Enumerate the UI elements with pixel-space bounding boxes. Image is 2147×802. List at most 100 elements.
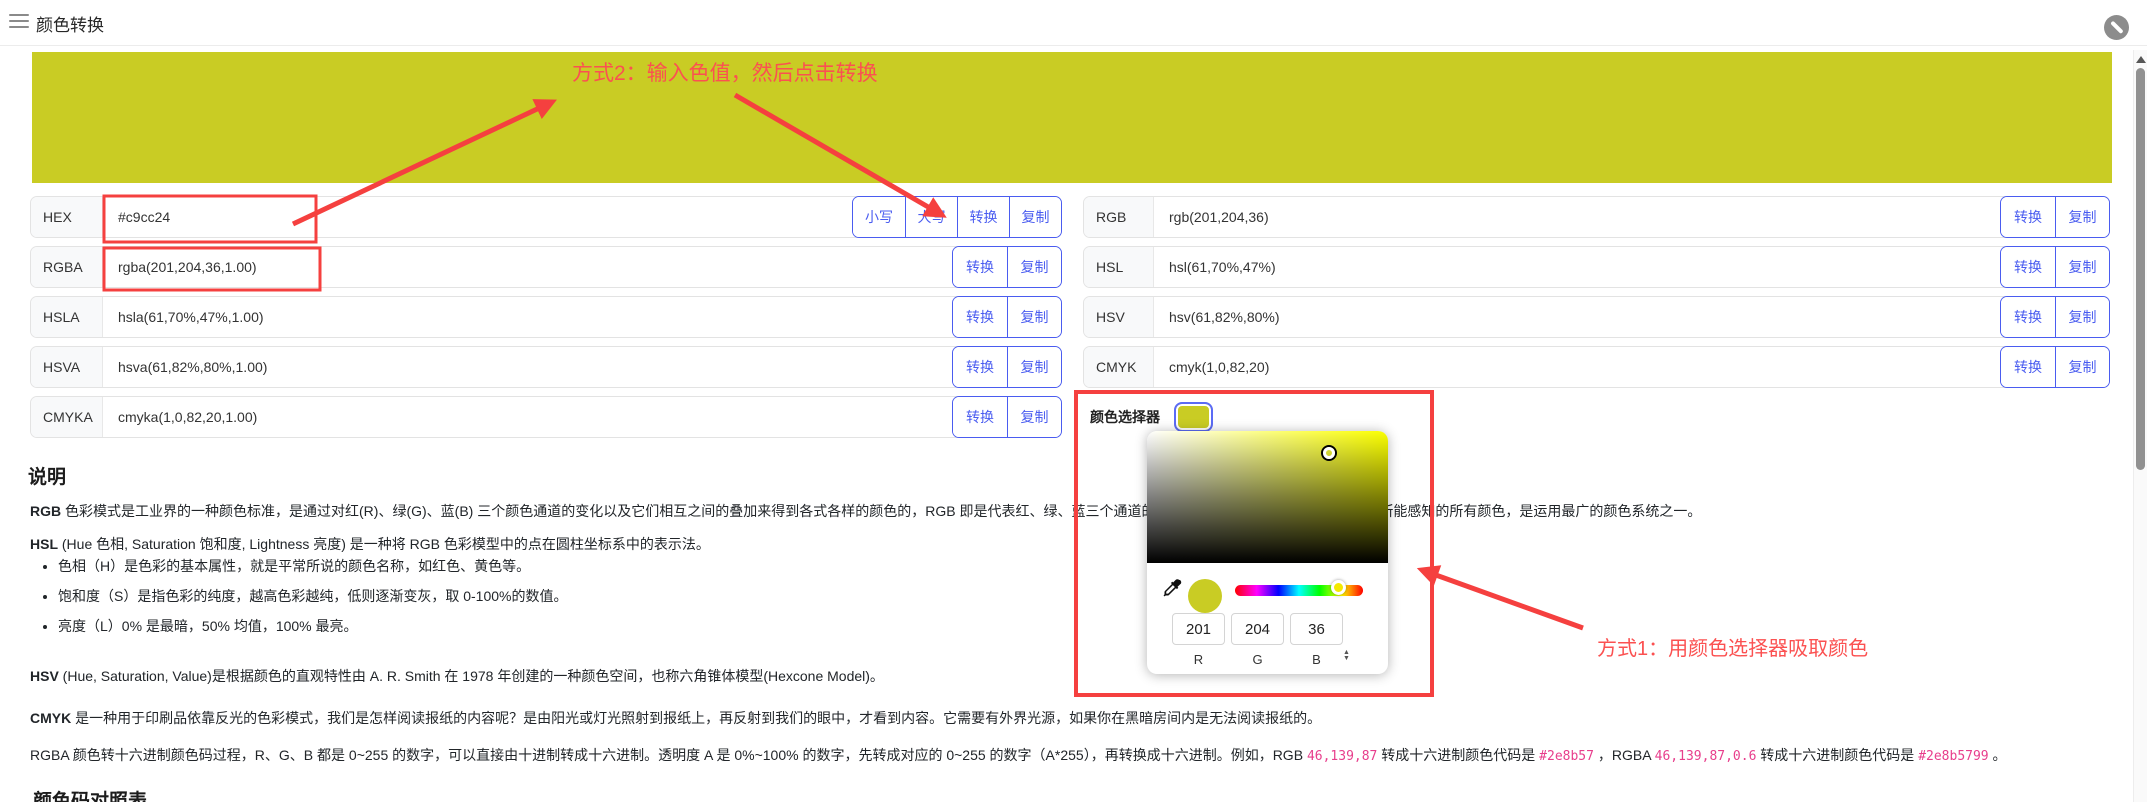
copy-button[interactable]: 复制	[2055, 247, 2109, 287]
copy-button[interactable]: 复制	[1007, 297, 1061, 337]
convert-button[interactable]: 转换	[957, 197, 1009, 237]
rgba-row: RGBA rgba(201,204,36,1.00) 转换 复制	[30, 246, 1062, 288]
saturation-bullet: 饱和度（S）是指色彩的纯度，越高色彩越纯，低则逐渐变灰，取 0-100%的数值。	[58, 588, 567, 605]
convert-button[interactable]: 转换	[953, 347, 1007, 387]
convert-button[interactable]: 转换	[2001, 197, 2055, 237]
color-converter-page: 颜色转换 HEX #c9cc24 小写 大写 转换 复制 RGBA rgba(2…	[0, 0, 2147, 802]
hsva-label: HSVA	[31, 347, 103, 387]
rgb-code-sample: 46,139,87	[1307, 749, 1377, 764]
convert-button[interactable]: 转换	[953, 247, 1007, 287]
page-title: 颜色转换	[36, 11, 104, 36]
rgba-paragraph-text: 转成十六进制颜色代码是	[1377, 747, 1539, 763]
rgb-row: RGB rgb(201,204,36) 转换 复制	[1083, 196, 2110, 238]
convert-button[interactable]: 转换	[953, 397, 1007, 437]
hex-value-input[interactable]: #c9cc24	[103, 197, 852, 237]
hex-button-group: 小写 大写 转换 复制	[852, 196, 1062, 238]
cmyk-row: CMYK cmyk(1,0,82,20) 转换 复制	[1083, 346, 2110, 388]
color-picker-label: 颜色选择器	[1090, 407, 1160, 427]
rgba-code-sample: 46,139,87,0.6	[1655, 749, 1757, 764]
hsla-row: HSLA hsla(61,70%,47%,1.00) 转换 复制	[30, 296, 1062, 338]
hue-slider-thumb[interactable]	[1331, 580, 1346, 595]
copy-button[interactable]: 复制	[2055, 297, 2109, 337]
lowercase-button[interactable]: 小写	[853, 197, 905, 237]
convert-button[interactable]: 转换	[2001, 247, 2055, 287]
method1-annotation: 方式1：用颜色选择器吸取颜色	[1597, 632, 1868, 661]
cmyk-value-input[interactable]: cmyk(1,0,82,20)	[1154, 347, 2000, 387]
eyedropper-icon[interactable]	[1160, 577, 1182, 599]
hsl-term: HSL	[30, 536, 58, 552]
saturation-marker[interactable]	[1323, 447, 1335, 459]
color-table-heading: 颜色码对照表	[33, 786, 147, 802]
hsla-value-input[interactable]: hsla(61,70%,47%,1.00)	[103, 297, 952, 337]
copy-button[interactable]: 复制	[2055, 197, 2109, 237]
notes-heading: 说明	[28, 462, 66, 489]
uppercase-button[interactable]: 大写	[905, 197, 957, 237]
hsv-value-input[interactable]: hsv(61,82%,80%)	[1154, 297, 2000, 337]
cmyk-label: CMYK	[1084, 347, 1154, 387]
rgba-value-input[interactable]: rgba(201,204,36,1.00)	[103, 247, 952, 287]
rgba-label: RGBA	[31, 247, 103, 287]
hsv-paragraph: HSV (Hue, Saturation, Value)是根据颜色的直观特性由 …	[30, 666, 2102, 686]
cmyk-term: CMYK	[30, 710, 71, 726]
header: 颜色转换	[0, 0, 2147, 46]
format-toggle-icon[interactable]: ▲▼	[1343, 650, 1350, 663]
rgb-term: RGB	[30, 503, 61, 519]
rgba-paragraph-text: RGBA 颜色转十六进制颜色码过程，R、G、B 都是 0~255 的数字，可以直…	[30, 747, 1307, 763]
cmyka-button-group: 转换 复制	[952, 396, 1062, 438]
convert-button[interactable]: 转换	[2001, 297, 2055, 337]
hsl-value-input[interactable]: hsl(61,70%,47%)	[1154, 247, 2000, 287]
color-picker-panel: R G B ▲▼	[1147, 431, 1388, 674]
copy-button[interactable]: 复制	[1007, 347, 1061, 387]
copy-button[interactable]: 复制	[1007, 397, 1061, 437]
hsv-label: HSV	[1084, 297, 1154, 337]
rgb-paragraph-text: 色彩模式是工业界的一种颜色标准，是通过对红(R)、绿(G)、蓝(B) 三个颜色通…	[61, 503, 1701, 519]
hsl-bullet-list: 色相（H）是色彩的基本属性，就是平常所说的颜色名称，如红色、黄色等。 饱和度（S…	[58, 558, 567, 648]
scroll-up-arrow-icon[interactable]	[2136, 56, 2146, 63]
convert-button[interactable]: 转换	[2001, 347, 2055, 387]
saturation-area[interactable]	[1147, 431, 1388, 563]
rgb-value-input[interactable]: rgb(201,204,36)	[1154, 197, 2000, 237]
green-channel-input[interactable]	[1231, 613, 1284, 645]
rgba-paragraph: RGBA 颜色转十六进制颜色码过程，R、G、B 都是 0~255 的数字，可以直…	[30, 745, 2102, 765]
copy-button[interactable]: 复制	[1007, 247, 1061, 287]
disable-toggle-icon[interactable]	[2104, 15, 2129, 40]
color-swatch-button[interactable]	[1174, 402, 1213, 432]
cmyk-button-group: 转换 复制	[2000, 346, 2110, 388]
cmyka-label: CMYKA	[31, 397, 103, 437]
cmyk-paragraph-text: 是一种用于印刷品依靠反光的色彩模式，我们是怎样阅读报纸的内容呢？是由阳光或灯光照…	[71, 710, 1321, 726]
lightness-bullet: 亮度（L）0% 是最暗，50% 均值，100% 最亮。	[58, 618, 567, 635]
blue-channel-input[interactable]	[1290, 613, 1343, 645]
current-color-circle	[1188, 579, 1222, 613]
hsl-paragraph: HSL (Hue 色相, Saturation 饱和度, Lightness 亮…	[30, 534, 2102, 554]
convert-button[interactable]: 转换	[953, 297, 1007, 337]
menu-icon[interactable]	[9, 14, 29, 30]
hsl-row: HSL hsl(61,70%,47%) 转换 复制	[1083, 246, 2110, 288]
vertical-scrollbar[interactable]	[2133, 50, 2147, 802]
hsl-paragraph-text: (Hue 色相, Saturation 饱和度, Lightness 亮度) 是…	[58, 536, 710, 552]
hsva-button-group: 转换 复制	[952, 346, 1062, 388]
copy-button[interactable]: 复制	[1009, 197, 1061, 237]
rgba-button-group: 转换 复制	[952, 246, 1062, 288]
hsva-value-input[interactable]: hsva(61,82%,80%,1.00)	[103, 347, 952, 387]
green-channel-label: G	[1231, 652, 1284, 667]
hsla-button-group: 转换 复制	[952, 296, 1062, 338]
rgba-paragraph-text: ，RGBA	[1594, 747, 1655, 763]
rgba-paragraph-text: 转成十六进制颜色代码是	[1756, 747, 1918, 763]
scrollbar-thumb[interactable]	[2136, 68, 2145, 470]
red-channel-input[interactable]	[1172, 613, 1225, 645]
hex-label: HEX	[31, 197, 103, 237]
hsla-label: HSLA	[31, 297, 103, 337]
rgb-paragraph: RGB 色彩模式是工业界的一种颜色标准，是通过对红(R)、绿(G)、蓝(B) 三…	[30, 501, 2102, 521]
hue-bullet: 色相（H）是色彩的基本属性，就是平常所说的颜色名称，如红色、黄色等。	[58, 558, 567, 575]
arrow-to-picker	[1422, 570, 1583, 628]
hexa-code-sample: #2e8b5799	[1918, 749, 1988, 764]
hsv-paragraph-text: (Hue, Saturation, Value)是根据颜色的直观特性由 A. R…	[59, 668, 884, 684]
hex-code-sample: #2e8b57	[1539, 749, 1594, 764]
hsv-button-group: 转换 复制	[2000, 296, 2110, 338]
copy-button[interactable]: 复制	[2055, 347, 2109, 387]
hex-row: HEX #c9cc24 小写 大写 转换 复制	[30, 196, 1062, 238]
cmyka-value-input[interactable]: cmyka(1,0,82,20,1.00)	[103, 397, 952, 437]
cmyk-paragraph: CMYK 是一种用于印刷品依靠反光的色彩模式，我们是怎样阅读报纸的内容呢？是由阳…	[30, 708, 2102, 728]
hsv-term: HSV	[30, 668, 59, 684]
hsv-row: HSV hsv(61,82%,80%) 转换 复制	[1083, 296, 2110, 338]
